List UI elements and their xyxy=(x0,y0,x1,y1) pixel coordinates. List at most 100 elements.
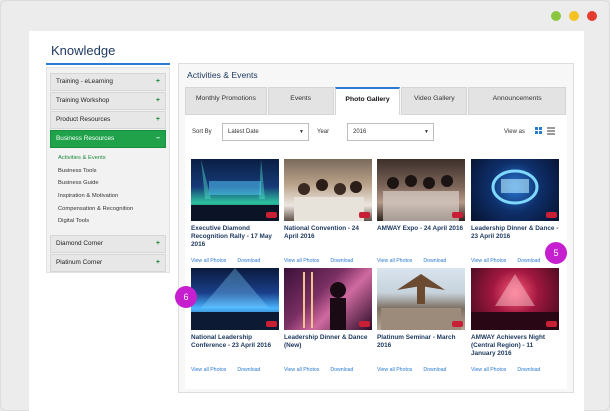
sidebar: Training - eLearning + Training Workshop… xyxy=(46,67,170,273)
view-all-photos-link[interactable]: View all Photos xyxy=(284,258,319,264)
sort-by-select[interactable]: Latest Date ▼ xyxy=(222,123,309,141)
event-photo-thumbnail[interactable] xyxy=(377,268,465,330)
card-links: View all Photos Download xyxy=(191,367,279,373)
sidebar-subitem-business-guide[interactable]: Business Guide xyxy=(58,177,166,190)
gallery-card: National Leadership Conference - 23 Apri… xyxy=(191,268,279,373)
gallery-card: Executive Diamond Recognition Rally - 17… xyxy=(191,159,279,264)
gallery-card: Platinum Seminar - March 2016 View all P… xyxy=(377,268,465,373)
minimize-button[interactable] xyxy=(551,11,561,21)
tab-monthly-promotions[interactable]: Monthly Promotions xyxy=(185,87,267,115)
card-links: View all Photos Download xyxy=(191,258,279,264)
sidebar-item-product-resources[interactable]: Product Resources + xyxy=(50,111,166,129)
event-photo-thumbnail[interactable] xyxy=(191,159,279,221)
download-link[interactable]: Download xyxy=(423,258,446,264)
browser-window: Knowledge Training - eLearning + Trainin… xyxy=(0,0,610,411)
sidebar-item-platinum-corner[interactable]: Platinum Corner + xyxy=(50,254,166,273)
view-all-photos-link[interactable]: View all Photos xyxy=(471,367,506,373)
brand-logo-badge xyxy=(266,321,277,327)
page-title: Knowledge xyxy=(51,43,116,58)
card-title: National Leadership Conference - 23 Apri… xyxy=(191,334,272,350)
card-title: Platinum Seminar - March 2016 xyxy=(377,334,456,350)
brand-logo-badge xyxy=(546,212,557,218)
view-all-photos-link[interactable]: View all Photos xyxy=(284,367,319,373)
sidebar-item-business-resources[interactable]: Business Resources – xyxy=(50,130,166,148)
expand-icon[interactable]: + xyxy=(156,236,160,252)
view-all-photos-link[interactable]: View all Photos xyxy=(191,258,226,264)
section-title: Activities & Events xyxy=(187,70,258,80)
collapse-icon[interactable]: – xyxy=(156,131,160,147)
photo-gallery: Executive Diamond Recognition Rally - 17… xyxy=(185,153,567,389)
list-view-icon[interactable] xyxy=(547,127,555,135)
card-links: View all Photos Download xyxy=(471,367,559,373)
expand-icon[interactable]: + xyxy=(156,112,160,128)
sort-by-label: Sort By xyxy=(192,129,212,135)
event-photo-thumbnail[interactable] xyxy=(284,159,372,221)
maximize-button[interactable] xyxy=(569,11,579,21)
title-underline xyxy=(46,63,170,65)
brand-logo-badge xyxy=(359,212,370,218)
download-link[interactable]: Download xyxy=(237,367,260,373)
tab-bar: Monthly Promotions Events Photo Gallery … xyxy=(185,87,567,115)
sidebar-item-training-elearning[interactable]: Training - eLearning + xyxy=(50,73,166,91)
sidebar-item-label: Training - eLearning xyxy=(56,78,113,85)
view-all-photos-link[interactable]: View all Photos xyxy=(191,367,226,373)
event-photo-thumbnail[interactable] xyxy=(471,159,559,221)
filter-bar: Sort By Latest Date ▼ Year 2016 ▼ View a… xyxy=(185,115,567,153)
sidebar-subitem-business-tools[interactable]: Business Tools xyxy=(58,165,166,178)
sidebar-item-label: Training Workshop xyxy=(56,97,110,104)
year-value: 2016 xyxy=(353,129,367,135)
brand-logo-badge xyxy=(452,321,463,327)
tab-announcements[interactable]: Announcements xyxy=(468,87,566,115)
sidebar-item-label: Business Resources xyxy=(56,135,115,142)
sidebar-subitem-activities-events[interactable]: Activities & Events xyxy=(58,152,166,165)
sidebar-item-label: Platinum Corner xyxy=(56,259,103,267)
view-as-label: View as xyxy=(504,129,525,135)
sidebar-subitem-digital-tools[interactable]: Digital Tools xyxy=(58,215,166,228)
view-all-photos-link[interactable]: View all Photos xyxy=(377,367,412,373)
download-link[interactable]: Download xyxy=(237,258,260,264)
expand-icon[interactable]: + xyxy=(156,93,160,109)
gallery-card: AMWAY Achievers Night (Central Region) -… xyxy=(471,268,559,373)
card-links: View all Photos Download xyxy=(284,258,372,264)
brand-logo-badge xyxy=(452,212,463,218)
download-link[interactable]: Download xyxy=(330,258,353,264)
window-titlebar xyxy=(1,1,610,31)
view-all-photos-link[interactable]: View all Photos xyxy=(471,258,506,264)
download-link[interactable]: Download xyxy=(517,367,540,373)
sidebar-subitem-inspiration-motivation[interactable]: Inspiration & Motivation xyxy=(58,190,166,203)
card-links: View all Photos Download xyxy=(284,367,372,373)
download-link[interactable]: Download xyxy=(330,367,353,373)
event-photo-thumbnail[interactable] xyxy=(471,268,559,330)
tab-video-gallery[interactable]: Video Gallery xyxy=(401,87,468,115)
card-links: View all Photos Download xyxy=(377,258,465,264)
expand-icon[interactable]: + xyxy=(156,74,160,90)
download-link[interactable]: Download xyxy=(517,258,540,264)
caret-down-icon: ▼ xyxy=(424,129,429,135)
sidebar-sub-list: Activities & Events Business Tools Busin… xyxy=(50,149,166,231)
event-photo-thumbnail[interactable] xyxy=(191,268,279,330)
card-title: AMWAY Achievers Night (Central Region) -… xyxy=(471,334,545,358)
gallery-card: National Convention - 24 April 2016 View… xyxy=(284,159,372,264)
main-panel: Activities & Events Monthly Promotions E… xyxy=(178,63,574,393)
sidebar-subitem-compensation-recognition[interactable]: Compensation & Recognition xyxy=(58,203,166,216)
card-links: View all Photos Download xyxy=(377,367,465,373)
brand-logo-badge xyxy=(359,321,370,327)
tab-photo-gallery[interactable]: Photo Gallery xyxy=(334,87,401,115)
year-select[interactable]: 2016 ▼ xyxy=(347,123,434,141)
card-title: Leadership Dinner & Dance (New) xyxy=(284,334,368,350)
event-photo-thumbnail[interactable] xyxy=(284,268,372,330)
close-button[interactable] xyxy=(587,11,597,21)
view-all-photos-link[interactable]: View all Photos xyxy=(377,258,412,264)
gallery-card: AMWAY Expo - 24 April 2016 View all Phot… xyxy=(377,159,465,264)
caret-down-icon: ▼ xyxy=(299,129,304,135)
step-marker-5: 5 xyxy=(545,242,567,264)
sidebar-item-training-workshop[interactable]: Training Workshop + xyxy=(50,92,166,110)
sidebar-item-diamond-corner[interactable]: Diamond Corner + xyxy=(50,235,166,254)
sort-by-value: Latest Date xyxy=(228,129,259,135)
download-link[interactable]: Download xyxy=(423,367,446,373)
card-title: AMWAY Expo - 24 April 2016 xyxy=(377,225,464,232)
tab-events[interactable]: Events xyxy=(267,87,334,115)
event-photo-thumbnail[interactable] xyxy=(377,159,465,221)
grid-view-icon[interactable] xyxy=(535,127,543,135)
expand-icon[interactable]: + xyxy=(156,255,160,271)
